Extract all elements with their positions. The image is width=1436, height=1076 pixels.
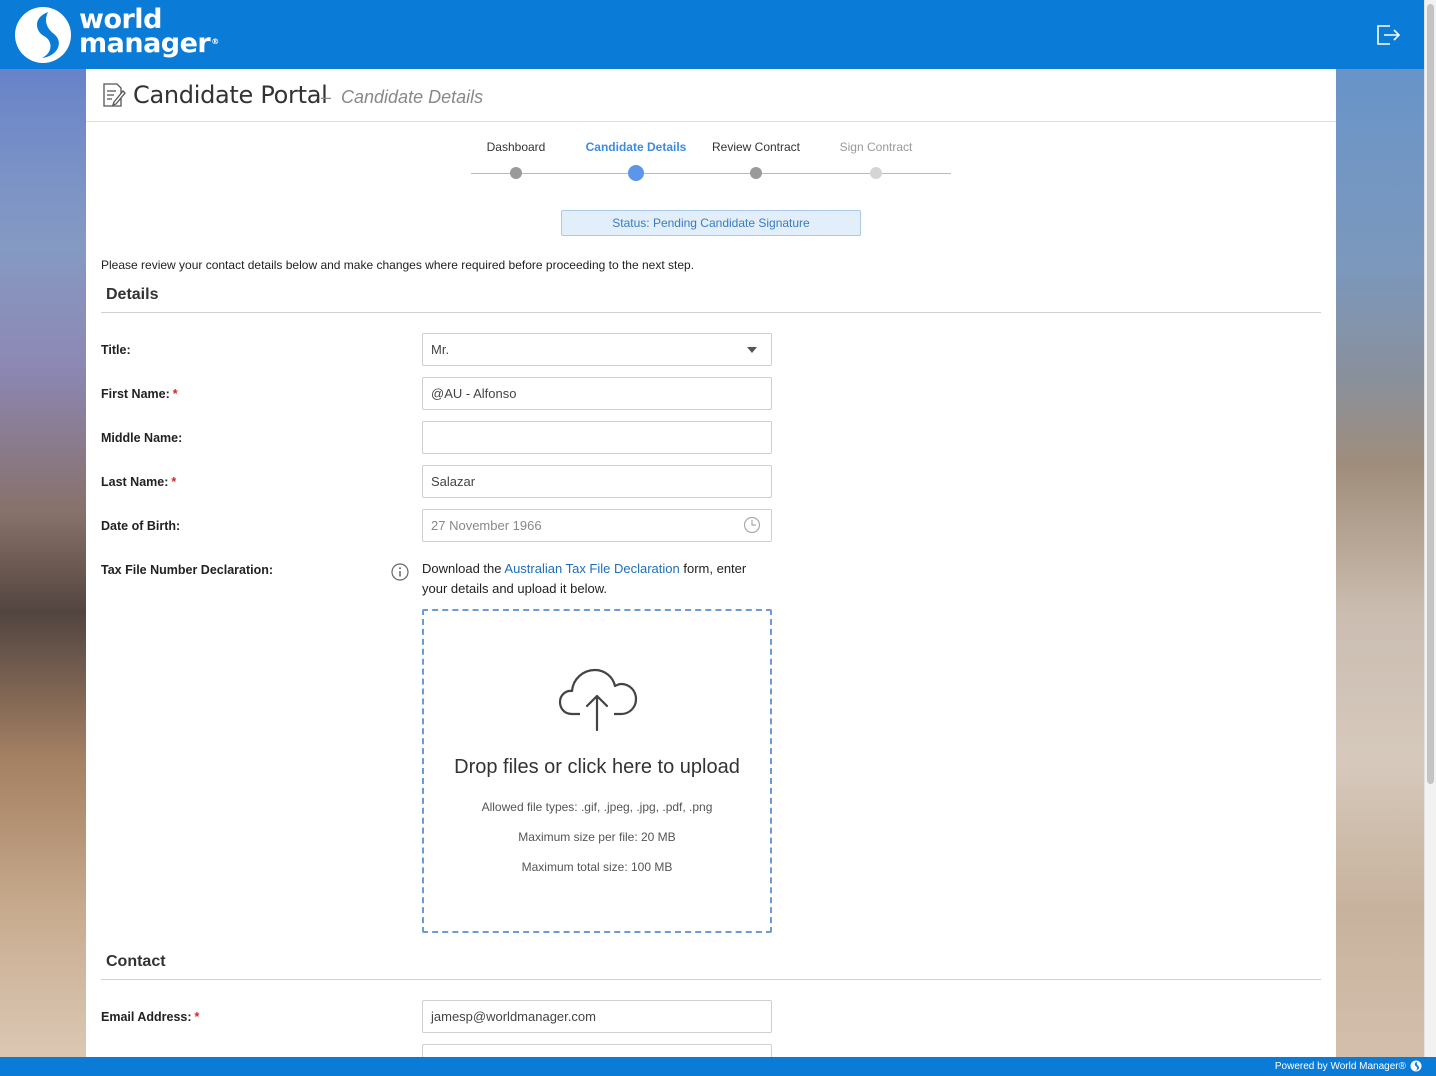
intro-text: Please review your contact details below… — [101, 258, 695, 272]
next-field-partial[interactable] — [422, 1044, 772, 1057]
step-dot — [750, 167, 762, 179]
tfn-instructions: Download the Australian Tax File Declara… — [422, 561, 747, 596]
page-subtitle: – Candidate Details — [321, 87, 484, 107]
main-panel: Candidate Portal – Candidate Details Dash… — [86, 69, 1336, 1057]
step-dot — [628, 165, 644, 181]
world-manager-logo-icon — [15, 7, 71, 63]
chevron-down-icon — [747, 347, 757, 353]
scrollbar-thumb[interactable] — [1427, 4, 1434, 784]
upload-title: Drop files or click here to upload — [454, 756, 740, 778]
last-name-field[interactable]: Salazar — [422, 465, 772, 498]
max-file-size-note: Maximum size per file: 20 MB — [518, 830, 676, 844]
progress-stepper: Dashboard Candidate Details Review Contr… — [471, 140, 951, 181]
dob-label: Date of Birth: — [101, 519, 181, 533]
clock-icon[interactable] — [743, 516, 761, 534]
email-field[interactable]: jamesp@worldmanager.com — [422, 1000, 772, 1033]
footer-bar: Powered by World Manager® — [0, 1057, 1436, 1076]
cloud-upload-icon — [558, 668, 638, 732]
step-dot — [870, 167, 882, 179]
step-dot — [510, 167, 522, 179]
step-sign-contract[interactable]: Sign Contract — [806, 140, 946, 179]
first-name-field[interactable]: @AU - Alfonso — [422, 377, 772, 410]
details-section-title: Details — [106, 286, 159, 303]
logout-icon[interactable] — [1375, 22, 1401, 48]
title-label: Title: — [101, 343, 131, 357]
step-candidate-details[interactable]: Candidate Details — [566, 140, 706, 181]
step-review-contract[interactable]: Review Contract — [686, 140, 826, 179]
step-dashboard[interactable]: Dashboard — [446, 140, 586, 179]
status-badge: Status: Pending Candidate Signature — [561, 210, 861, 236]
powered-by-text: Powered by World Manager® — [1274, 1061, 1406, 1072]
tax-file-declaration-link[interactable]: Australian Tax File Declaration — [504, 561, 679, 576]
world-manager-small-logo-icon — [1410, 1060, 1422, 1072]
divider — [101, 312, 1321, 313]
background-left — [0, 69, 86, 1057]
brand-name: world manager® — [79, 4, 219, 59]
top-bar: world manager® — [0, 0, 1424, 69]
background-right — [1336, 69, 1424, 1057]
document-edit-icon — [103, 83, 126, 107]
email-label: Email Address: * — [101, 1010, 200, 1024]
max-total-size-note: Maximum total size: 100 MB — [521, 860, 673, 874]
title-select[interactable]: Mr. — [422, 333, 772, 366]
allowed-types-note: Allowed file types: .gif, .jpeg, .jpg, .… — [481, 800, 713, 814]
dob-field[interactable]: 27 November 1966 — [422, 509, 772, 542]
info-icon[interactable] — [391, 563, 409, 581]
middle-name-label: Middle Name: — [101, 431, 183, 445]
last-name-label: Last Name: * — [101, 475, 177, 489]
divider — [101, 979, 1321, 980]
page-header: Candidate Portal – Candidate Details — [86, 69, 1336, 122]
middle-name-field[interactable] — [422, 421, 772, 454]
page-title: Candidate Portal — [133, 81, 328, 109]
contact-section-title: Contact — [106, 953, 166, 970]
file-upload-dropzone[interactable]: Drop files or click here to upload Allow… — [422, 609, 772, 933]
first-name-label: First Name: * — [101, 387, 178, 401]
tfn-label: Tax File Number Declaration: — [101, 563, 274, 577]
